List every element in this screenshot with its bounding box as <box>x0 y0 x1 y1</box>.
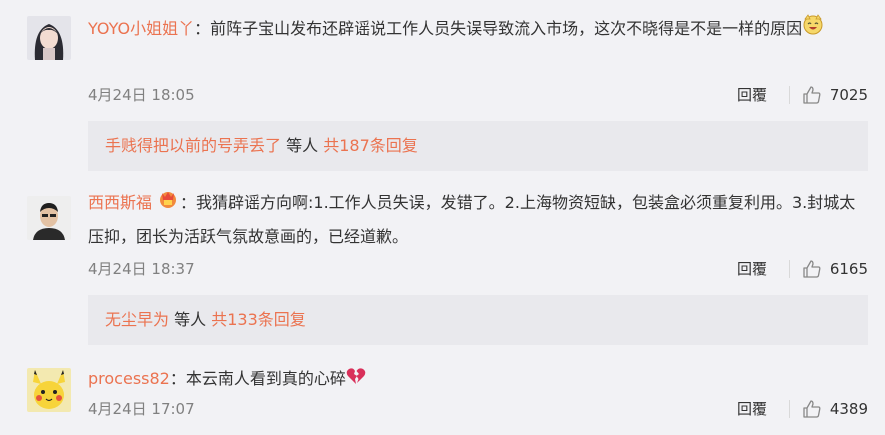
comment-meta: 4月24日 18:37 回覆 6165 <box>88 257 868 281</box>
comment-date: 4月24日 18:37 <box>88 260 195 278</box>
reply-others-text: 等人 <box>281 136 324 155</box>
avatar[interactable] <box>27 16 71 60</box>
thumbs-up-icon <box>803 260 821 278</box>
reply-button[interactable]: 回覆 <box>737 257 767 281</box>
comment-body: ：前阵子宝山发布还辟谣说工作人员失误导致流入市场，这次不晓得是不是一样的原因 <box>194 19 803 38</box>
avatar[interactable] <box>27 368 71 412</box>
thumbs-up-icon <box>803 400 821 418</box>
vip-badge-icon <box>152 187 180 220</box>
like-button[interactable]: 6165 <box>788 257 868 281</box>
thumbs-up-icon <box>803 86 821 104</box>
reply-summary[interactable]: 手贱得把以前的号弄丢了 等人 共187条回复 <box>88 121 868 171</box>
comment-date: 4月24日 17:07 <box>88 400 195 418</box>
avatar-man-icon <box>27 196 71 240</box>
comment-text: YOYO小姐姐丫：前阵子宝山发布还辟谣说工作人员失误导致流入市场，这次不晓得是不… <box>88 12 868 46</box>
reply-others-text: 等人 <box>169 310 212 329</box>
avatar-pikachu-icon <box>27 368 71 412</box>
like-button[interactable]: 7025 <box>788 83 868 107</box>
divider <box>788 260 790 278</box>
comment-body: ：本云南人看到真的心碎 <box>169 369 346 388</box>
reply-user-link[interactable]: 无尘早为 <box>105 310 169 329</box>
reply-button[interactable]: 回覆 <box>737 83 767 107</box>
comment-meta: 4月24日 18:05 回覆 7025 <box>88 83 868 107</box>
username-link[interactable]: process82 <box>88 369 170 388</box>
comment-meta: 4月24日 17:07 回覆 4389 <box>88 397 868 421</box>
broken-heart-emoji <box>346 363 366 396</box>
username-link[interactable]: 西西斯福 <box>88 193 152 212</box>
reply-user-link[interactable]: 手贱得把以前的号弄丢了 <box>105 136 281 155</box>
like-button[interactable]: 4389 <box>788 397 868 421</box>
reply-button[interactable]: 回覆 <box>737 397 767 421</box>
comment-text: process82：本云南人看到真的心碎 <box>88 362 868 396</box>
comment-date: 4月24日 18:05 <box>88 86 195 104</box>
comment-body: ：我猜辟谣方向啊:1.工作人员失误，发错了。2.上海物资短缺，包装盒必须重复利用… <box>88 193 856 246</box>
reply-count-link[interactable]: 共133条回复 <box>211 310 306 329</box>
avatar[interactable] <box>27 196 71 240</box>
divider <box>788 86 790 104</box>
laughing-dog-emoji <box>802 13 824 46</box>
avatar-girl-icon <box>27 16 71 60</box>
like-count: 4389 <box>829 400 868 418</box>
reply-summary[interactable]: 无尘早为 等人 共133条回复 <box>88 295 868 345</box>
username-link[interactable]: YOYO小姐姐丫 <box>88 19 194 38</box>
comment-text: 西西斯福 ：我猜辟谣方向啊:1.工作人员失误，发错了。2.上海物资短缺，包装盒必须… <box>88 186 868 253</box>
like-count: 7025 <box>829 86 868 104</box>
reply-count-link[interactable]: 共187条回复 <box>323 136 418 155</box>
divider <box>788 400 790 418</box>
like-count: 6165 <box>829 260 868 278</box>
